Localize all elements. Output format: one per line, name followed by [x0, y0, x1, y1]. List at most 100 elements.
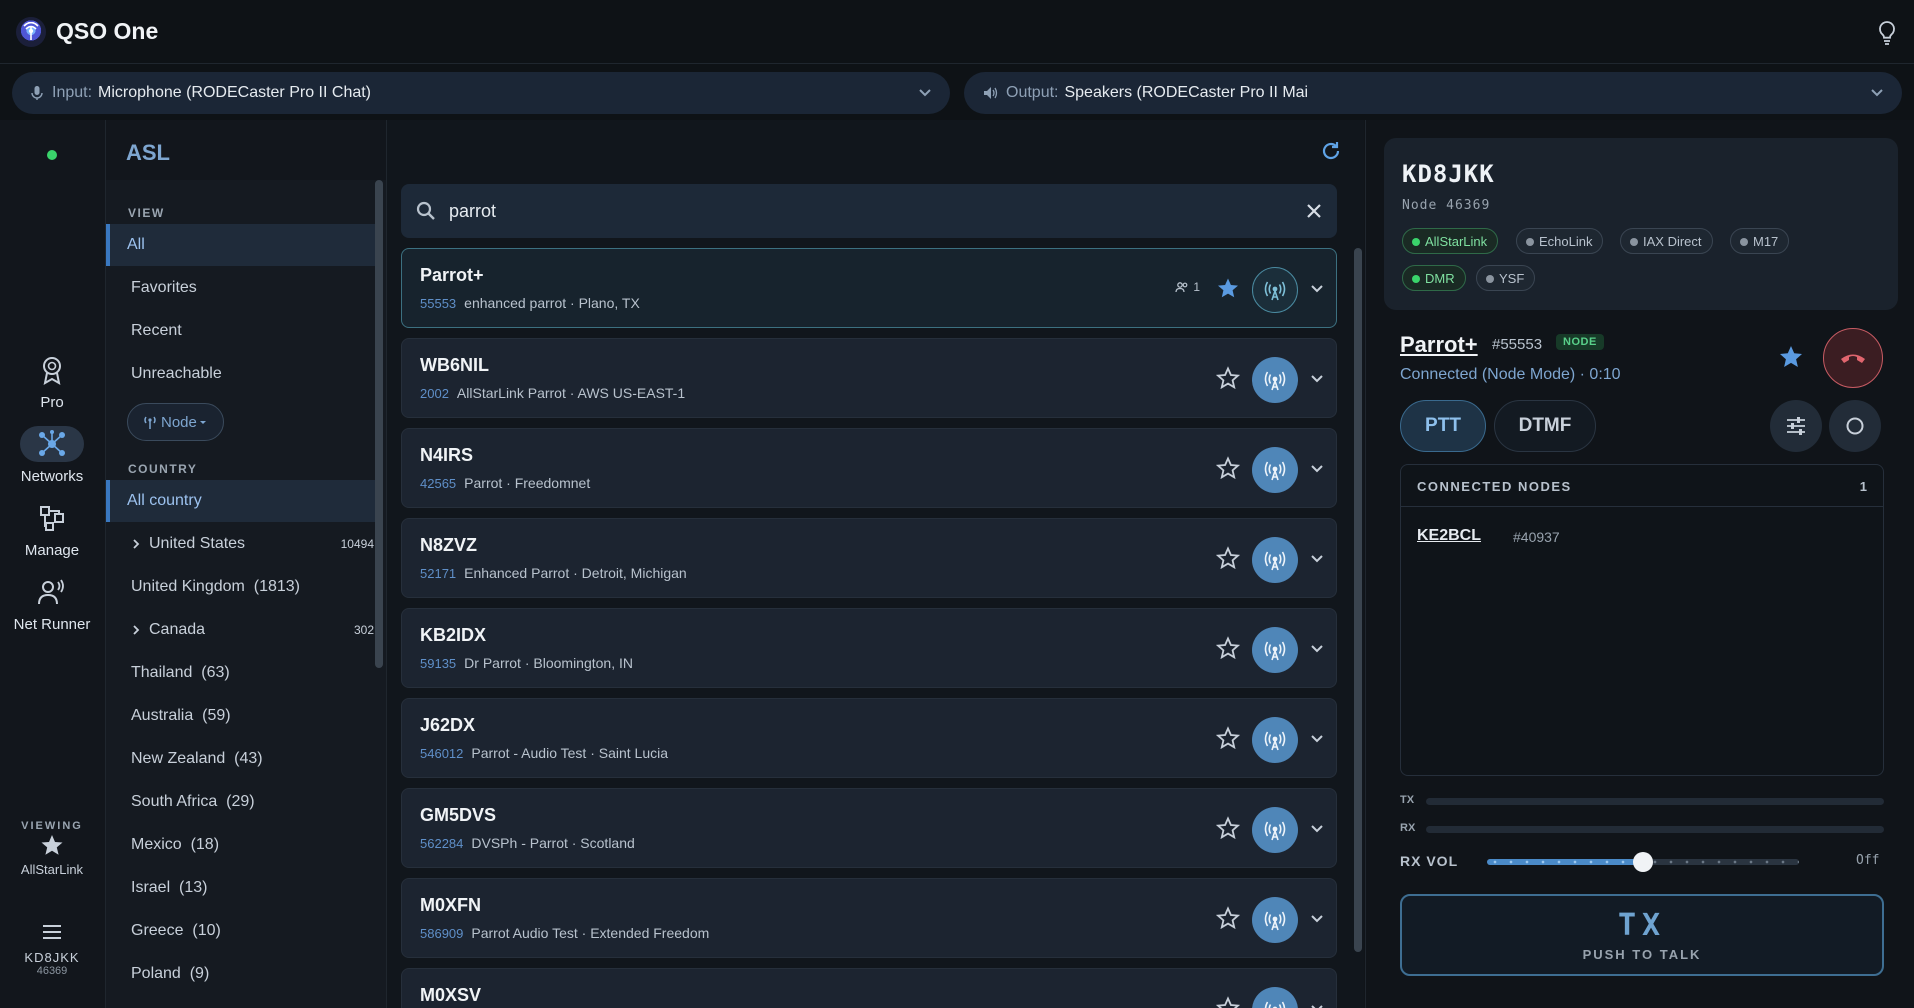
result-card[interactable]: GM5DVS 562284 DVSPh - Parrot · Scotland — [401, 788, 1337, 868]
record-button[interactable] — [1829, 400, 1881, 452]
search-bar — [401, 184, 1337, 238]
favorite-star-icon[interactable] — [1216, 636, 1240, 660]
chevron-down-icon[interactable] — [1308, 999, 1326, 1008]
chevron-down-icon[interactable] — [1308, 909, 1326, 927]
connect-button[interactable] — [1252, 447, 1298, 493]
connect-button[interactable] — [1252, 537, 1298, 583]
dtmf-button[interactable]: DTMF — [1494, 400, 1596, 452]
view-item-unreachable[interactable]: Unreachable — [106, 353, 376, 395]
refresh-icon[interactable] — [1320, 140, 1342, 162]
connect-button[interactable] — [1252, 897, 1298, 943]
result-card[interactable]: Parrot+ 55553 enhanced parrot · Plano, TX 1 — [401, 248, 1337, 328]
connected-node-call[interactable]: KE2BCL — [1417, 527, 1481, 545]
output-device-select[interactable]: Output: Speakers (RODECaster Pro II Mai — [964, 72, 1902, 114]
rail-item-net-runner[interactable]: Net Runner — [0, 574, 104, 633]
search-input[interactable] — [449, 184, 1289, 238]
viewing-network[interactable]: VIEWING AllStarLink — [0, 820, 104, 877]
country-item[interactable]: Poland (9) — [106, 953, 376, 995]
view-item-favorites[interactable]: Favorites — [106, 267, 376, 309]
connect-button[interactable] — [1252, 987, 1298, 1008]
country-item-all[interactable]: All country — [106, 480, 376, 522]
result-card[interactable]: J62DX 546012 Parrot - Audio Test · Saint L… — [401, 698, 1337, 778]
results-scrollbar[interactable] — [1354, 248, 1362, 952]
ptt-mode-button[interactable]: PTT — [1400, 400, 1486, 452]
country-name: United Kingdom (1813) — [131, 578, 300, 595]
input-device-select[interactable]: Input: Microphone (RODECaster Pro II Cha… — [12, 72, 950, 114]
speaker-icon — [984, 87, 998, 99]
country-item[interactable]: New Zealand (43) — [106, 738, 376, 780]
push-to-talk-button[interactable]: TX PUSH TO TALK — [1400, 894, 1884, 976]
result-card[interactable]: M0XSV — [401, 968, 1337, 1008]
online-status-dot — [47, 150, 57, 160]
favorite-star-icon[interactable] — [1216, 366, 1240, 390]
chevron-down-icon[interactable] — [1308, 639, 1326, 657]
connected-node-name[interactable]: Parrot+ — [1400, 332, 1478, 358]
chevron-down-icon[interactable] — [1308, 279, 1326, 297]
audio-settings-button[interactable] — [1770, 400, 1822, 452]
chevron-down-icon[interactable] — [1308, 459, 1326, 477]
result-card[interactable]: N8ZVZ 52171 Enhanced Parrot · Detroit, Mic… — [401, 518, 1337, 598]
sidebar-scrollbar[interactable] — [375, 180, 383, 668]
chevron-right-icon[interactable] — [131, 624, 141, 636]
country-item[interactable]: South Africa (29) — [106, 781, 376, 823]
favorite-star-icon[interactable] — [1216, 906, 1240, 930]
node-filter-label: Node — [161, 413, 197, 431]
result-card[interactable]: WB6NIL 2002 AllStarLink Parrot · AWS US-EA… — [401, 338, 1337, 418]
result-card[interactable]: N4IRS 42565 Parrot · Freedomnet — [401, 428, 1337, 508]
clear-search-icon[interactable] — [1303, 200, 1325, 222]
chevron-right-icon[interactable] — [131, 538, 141, 550]
rail-user-menu[interactable]: KD8JKK 46369 — [0, 922, 104, 977]
country-item[interactable]: United States 10494 — [106, 523, 376, 565]
view-item-recent[interactable]: Recent — [106, 310, 376, 352]
country-item[interactable]: Italy (9) — [106, 996, 376, 1008]
network-badge: AllStarLink — [1402, 228, 1499, 254]
favorite-star-icon[interactable] — [1778, 344, 1804, 370]
country-name: United States — [149, 535, 246, 552]
rail-item-manage[interactable]: Manage — [0, 500, 104, 559]
rx-meter — [1426, 826, 1884, 833]
country-name: South Africa (29) — [131, 793, 255, 810]
viewing-caption: VIEWING — [21, 820, 83, 832]
result-card[interactable]: M0XFN 586909 Parrot Audio Test · Extended … — [401, 878, 1337, 958]
country-item[interactable]: Thailand (63) — [106, 652, 376, 694]
country-item[interactable]: Canada 302 — [106, 609, 376, 651]
country-item[interactable]: Mexico (18) — [106, 824, 376, 866]
country-item[interactable]: Australia (59) — [106, 695, 376, 737]
connect-button[interactable] — [1252, 267, 1298, 313]
chevron-down-icon[interactable] — [1308, 369, 1326, 387]
filter-list[interactable]: VIEW All Favorites Recent Unreachable No… — [106, 180, 386, 1008]
node-filter-dropdown[interactable]: Node — [127, 403, 224, 441]
country-item[interactable]: Israel (13) — [106, 867, 376, 909]
favorite-star-icon[interactable] — [1216, 726, 1240, 750]
favorite-star-icon[interactable] — [1216, 996, 1240, 1008]
favorite-star-icon[interactable] — [1216, 456, 1240, 480]
chevron-down-icon[interactable] — [1308, 549, 1326, 567]
result-card[interactable]: KB2IDX 59135 Dr Parrot · Bloomington, IN — [401, 608, 1337, 688]
result-node-number: 586909 — [420, 926, 464, 941]
view-item-all[interactable]: All — [106, 224, 376, 266]
lightbulb-icon[interactable] — [1876, 20, 1898, 46]
connect-button[interactable] — [1252, 357, 1298, 403]
rail-item-networks[interactable]: Networks — [0, 426, 104, 485]
connect-button[interactable] — [1252, 807, 1298, 853]
connect-button[interactable] — [1252, 717, 1298, 763]
result-subtitle: 586909 Parrot Audio Test · Extended Freed… — [420, 925, 709, 941]
hangup-button[interactable] — [1823, 328, 1883, 388]
rail-item-pro[interactable]: Pro — [0, 352, 104, 411]
country-item[interactable]: United Kingdom (1813) — [106, 566, 376, 608]
country-item[interactable]: Greece (10) — [106, 910, 376, 952]
chevron-down-icon[interactable] — [1308, 729, 1326, 747]
network-badge: IAX Direct — [1620, 228, 1713, 254]
star-icon — [41, 835, 63, 855]
results-list[interactable]: Parrot+ 55553 enhanced parrot · Plano, TX 1… — [401, 248, 1351, 1008]
country-heading: COUNTRY — [128, 462, 198, 476]
tx-meter — [1426, 798, 1884, 805]
favorite-star-icon[interactable] — [1216, 276, 1240, 300]
rx-volume-thumb[interactable] — [1633, 852, 1653, 872]
connect-button[interactable] — [1252, 627, 1298, 673]
connected-nodes-panel: CONNECTED NODES 1 KE2BCL #40937 — [1400, 464, 1884, 776]
caret-down-icon — [199, 421, 206, 424]
favorite-star-icon[interactable] — [1216, 816, 1240, 840]
favorite-star-icon[interactable] — [1216, 546, 1240, 570]
chevron-down-icon[interactable] — [1308, 819, 1326, 837]
